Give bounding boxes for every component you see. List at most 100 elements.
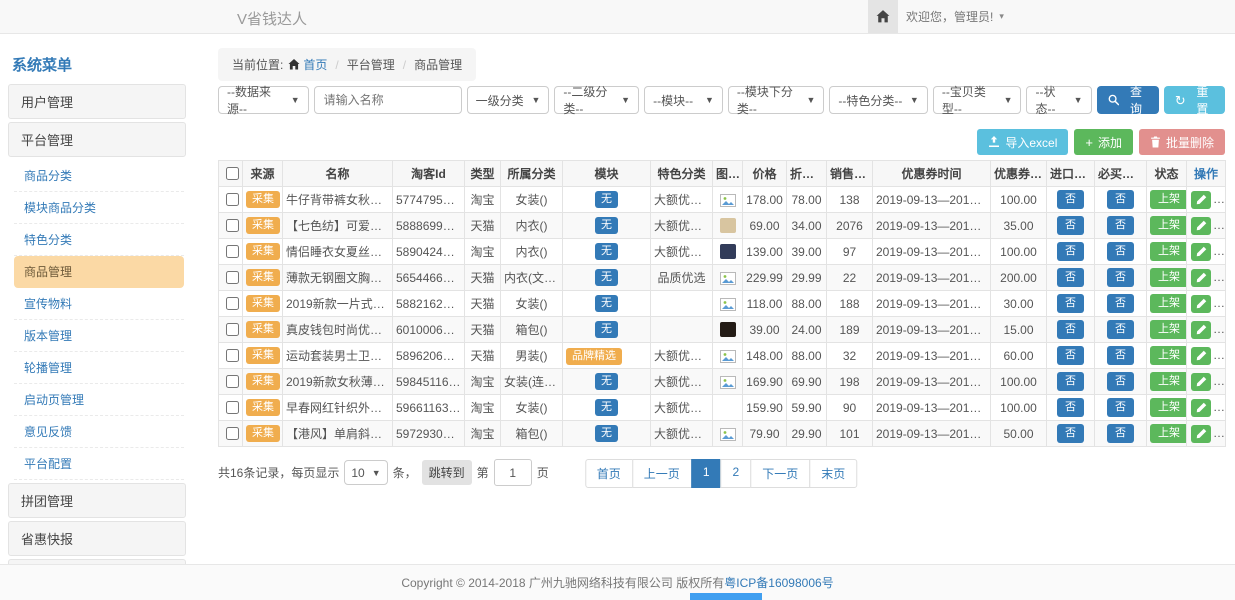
user-menu[interactable]: 欢迎您，管理员! ▾ <box>906 0 1004 33</box>
must-buy-toggle-button[interactable]: 否 <box>1107 320 1134 338</box>
pager-item[interactable]: 下一页 <box>750 459 810 488</box>
row-checkbox[interactable] <box>226 375 239 388</box>
pager-item[interactable]: 2 <box>721 459 752 488</box>
source-badge: 采集 <box>246 269 280 287</box>
must-buy-toggle-button[interactable]: 否 <box>1107 346 1134 364</box>
row-checkbox[interactable] <box>226 193 239 206</box>
sidebar-group-item[interactable]: 拼团管理 <box>8 483 186 518</box>
sidebar-sub-item[interactable]: 商品管理 <box>14 256 184 288</box>
must-buy-toggle-button[interactable]: 否 <box>1107 190 1134 208</box>
sidebar-sub-item[interactable]: 意见反馈 <box>14 416 184 448</box>
edit-button[interactable] <box>1191 425 1211 443</box>
filter-select[interactable]: --二级分类--▼ <box>554 86 639 114</box>
edit-button[interactable] <box>1191 347 1211 365</box>
status-button[interactable]: 上架 <box>1150 424 1187 442</box>
import-toggle-button[interactable]: 否 <box>1057 242 1084 260</box>
import-toggle-button[interactable]: 否 <box>1057 424 1084 442</box>
import-toggle-button[interactable]: 否 <box>1057 216 1084 234</box>
import-toggle-button[interactable]: 否 <box>1057 190 1084 208</box>
import-toggle-button[interactable]: 否 <box>1057 294 1084 312</box>
status-button[interactable]: 上架 <box>1150 294 1187 312</box>
row-checkbox[interactable] <box>226 401 239 414</box>
edit-button[interactable] <box>1191 321 1211 339</box>
import-toggle-button[interactable]: 否 <box>1057 372 1084 390</box>
must-buy-toggle-button[interactable]: 否 <box>1107 294 1134 312</box>
breadcrumb-home-link[interactable]: 首页 <box>303 56 327 73</box>
icon-cell <box>713 317 743 343</box>
must-buy-toggle-button[interactable]: 否 <box>1107 242 1134 260</box>
search-button[interactable]: 查询 <box>1097 86 1159 114</box>
jump-page-input[interactable] <box>494 459 532 486</box>
edit-button[interactable] <box>1191 373 1211 391</box>
must-buy-toggle-button[interactable]: 否 <box>1107 398 1134 416</box>
icon-cell <box>713 395 743 421</box>
import-toggle-button[interactable]: 否 <box>1057 346 1084 364</box>
sidebar-group-item[interactable]: 平台管理 <box>8 122 186 157</box>
filter-select[interactable]: --宝贝类型--▼ <box>933 86 1022 114</box>
filter-select[interactable]: --状态--▼ <box>1026 86 1091 114</box>
edit-button[interactable] <box>1191 191 1211 209</box>
status-button[interactable]: 上架 <box>1150 372 1187 390</box>
data-source-select[interactable]: --数据来源-- ▼ <box>218 86 309 114</box>
pager-item[interactable]: 首页 <box>585 459 633 488</box>
must-buy-toggle-button[interactable]: 否 <box>1107 268 1134 286</box>
row-checkbox[interactable] <box>226 245 239 258</box>
row-checkbox[interactable] <box>226 427 239 440</box>
filter-select[interactable]: --特色分类--▼ <box>829 86 927 114</box>
edit-button[interactable] <box>1191 269 1211 287</box>
must-buy-toggle-button[interactable]: 否 <box>1107 424 1134 442</box>
sidebar-sub-item[interactable]: 版本管理 <box>14 320 184 352</box>
sidebar-sub-item[interactable]: 轮播管理 <box>14 352 184 384</box>
sidebar-sub-item[interactable]: 启动页管理 <box>14 384 184 416</box>
sidebar-sub-item[interactable]: 模块商品分类 <box>14 192 184 224</box>
category-cell: 内衣() <box>501 239 563 265</box>
sidebar-sub-item[interactable]: 商品分类 <box>14 160 184 192</box>
sidebar-sub-item[interactable]: 平台配置 <box>14 448 184 480</box>
coupon-time-cell: 2019-09-13—2019-09-20 <box>873 317 991 343</box>
status-button[interactable]: 上架 <box>1150 190 1187 208</box>
import-toggle-button[interactable]: 否 <box>1057 398 1084 416</box>
discount-price-cell: 59.90 <box>787 395 827 421</box>
import-excel-button[interactable]: 导入excel <box>977 129 1068 155</box>
row-checkbox[interactable] <box>226 219 239 232</box>
must-buy-toggle-button[interactable]: 否 <box>1107 372 1134 390</box>
pager-item[interactable]: 上一页 <box>632 459 692 488</box>
row-checkbox[interactable] <box>226 349 239 362</box>
edit-button[interactable] <box>1191 295 1211 313</box>
must-buy-toggle-button[interactable]: 否 <box>1107 216 1134 234</box>
import-toggle-button[interactable]: 否 <box>1057 320 1084 338</box>
sidebar-group-item[interactable]: 用户管理 <box>8 84 186 119</box>
page-size-select[interactable]: 10 ▼ <box>344 460 387 485</box>
row-checkbox[interactable] <box>226 323 239 336</box>
edit-button[interactable] <box>1191 399 1211 417</box>
status-button[interactable]: 上架 <box>1150 346 1187 364</box>
pager-item[interactable]: 1 <box>691 459 722 488</box>
edit-button[interactable] <box>1191 243 1211 261</box>
status-button[interactable]: 上架 <box>1150 268 1187 286</box>
import-toggle-button[interactable]: 否 <box>1057 268 1084 286</box>
filter-select[interactable]: --模块--▼ <box>644 86 723 114</box>
status-button[interactable]: 上架 <box>1150 320 1187 338</box>
select-all-checkbox[interactable] <box>226 167 239 180</box>
icon-cell <box>713 369 743 395</box>
jump-button[interactable]: 跳转到 <box>422 460 472 485</box>
home-button[interactable] <box>868 0 898 33</box>
status-button[interactable]: 上架 <box>1150 398 1187 416</box>
row-checkbox[interactable] <box>226 271 239 284</box>
status-button[interactable]: 上架 <box>1150 242 1187 260</box>
sidebar-group-item[interactable]: 省惠快报 <box>8 521 186 556</box>
reset-button[interactable]: ↻ 重置 <box>1164 86 1225 114</box>
sidebar-sub-item[interactable]: 特色分类 <box>14 224 184 256</box>
must-buy-cell: 否 <box>1095 213 1147 239</box>
batch-delete-button[interactable]: 批量删除 <box>1139 129 1225 155</box>
icp-link[interactable]: 粤ICP备16098006号 <box>724 574 833 591</box>
sidebar-sub-item[interactable]: 宣传物料 <box>14 288 184 320</box>
edit-button[interactable] <box>1191 217 1211 235</box>
add-button[interactable]: + 添加 <box>1074 129 1133 155</box>
pager-item[interactable]: 末页 <box>809 459 857 488</box>
name-input[interactable] <box>314 86 462 114</box>
filter-select[interactable]: 一级分类▼ <box>467 86 550 114</box>
filter-select[interactable]: --模块下分类--▼ <box>728 86 824 114</box>
row-checkbox[interactable] <box>226 297 239 310</box>
status-button[interactable]: 上架 <box>1150 216 1187 234</box>
